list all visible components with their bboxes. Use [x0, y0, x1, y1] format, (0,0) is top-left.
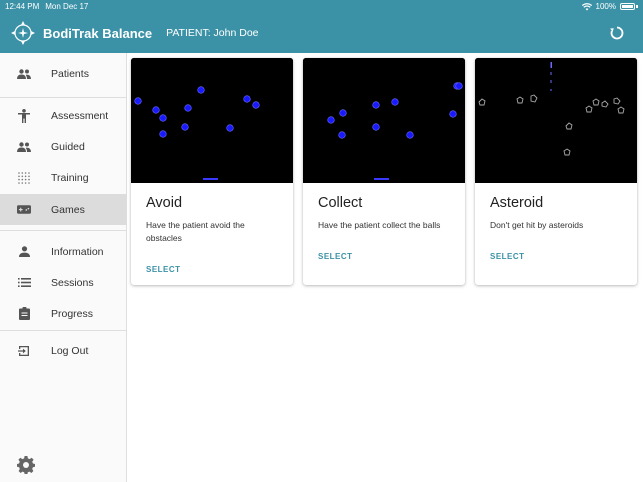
boditrak-logo-icon [11, 21, 35, 45]
sidebar-item-label: Information [51, 245, 104, 258]
game-card-asteroid[interactable]: Asteroid Don't get hit by asteroids SELE… [475, 58, 637, 285]
clipboard-icon [17, 307, 31, 321]
list-icon [17, 276, 31, 290]
game-description: Have the patient collect the balls [318, 220, 441, 230]
sidebar-divider [0, 330, 127, 331]
sidebar-item-information[interactable]: Information [0, 236, 127, 267]
people-icon [17, 140, 31, 154]
battery-nub [636, 5, 638, 8]
game-description: Have the patient avoid the obstacles [146, 220, 245, 243]
battery-icon [620, 3, 635, 10]
battery-percent: 100% [595, 2, 616, 11]
gamepad-icon [17, 203, 31, 217]
status-bar: 12:44 PM Mon Dec 17 100% [0, 0, 643, 13]
sidebar-item-guided[interactable]: Guided [0, 131, 127, 162]
sidebar-item-games[interactable]: Games [0, 194, 127, 225]
sidebar: Patients Assessment Guided Training Game… [0, 53, 127, 482]
sidebar-item-progress[interactable]: Progress [0, 298, 127, 329]
avoid-game-thumbnail [131, 58, 293, 183]
status-time: 12:44 PM [5, 2, 40, 11]
sidebar-divider [0, 97, 127, 98]
select-button[interactable]: SELECT [146, 265, 181, 274]
game-card-avoid[interactable]: Avoid Have the patient avoid the obstacl… [131, 58, 293, 285]
sidebar-item-patients[interactable]: Patients [0, 58, 127, 89]
sidebar-item-logout[interactable]: Log Out [0, 335, 127, 366]
status-right: 100% [581, 2, 638, 11]
patient-label: PATIENT: John Doe [166, 27, 259, 39]
exit-icon [17, 344, 31, 358]
sidebar-item-label: Games [51, 203, 85, 216]
game-title: Collect [318, 195, 363, 211]
select-button[interactable]: SELECT [318, 252, 353, 261]
sidebar-item-label: Sessions [51, 276, 94, 289]
sidebar-item-label: Log Out [51, 344, 89, 357]
people-icon [17, 67, 31, 81]
person-icon [17, 108, 31, 123]
dots-grid-icon [17, 171, 31, 185]
asteroid-game-thumbnail [475, 58, 637, 183]
wifi-icon [581, 2, 592, 10]
refresh-icon[interactable] [609, 25, 625, 41]
sidebar-item-label: Progress [51, 307, 94, 320]
sidebar-divider [0, 230, 127, 231]
sidebar-item-sessions[interactable]: Sessions [0, 267, 127, 298]
app-title: BodiTrak Balance [43, 25, 153, 41]
sidebar-item-label: Assessment [51, 109, 109, 122]
sidebar-item-label: Guided [51, 140, 85, 153]
select-button[interactable]: SELECT [490, 252, 525, 261]
gear-icon[interactable] [17, 456, 35, 474]
collect-game-thumbnail [303, 58, 465, 183]
game-card-collect[interactable]: Collect Have the patient collect the bal… [303, 58, 465, 285]
person-icon [17, 245, 31, 259]
game-description: Don't get hit by asteroids [490, 220, 584, 230]
game-title: Avoid [146, 195, 183, 211]
sidebar-item-training[interactable]: Training [0, 162, 127, 193]
sidebar-item-label: Patients [51, 67, 89, 80]
game-title: Asteroid [490, 195, 544, 211]
app-header: BodiTrak Balance PATIENT: John Doe [0, 13, 643, 53]
status-date: Mon Dec 17 [45, 2, 89, 11]
sidebar-item-assessment[interactable]: Assessment [0, 100, 127, 131]
sidebar-item-label: Training [51, 171, 89, 184]
